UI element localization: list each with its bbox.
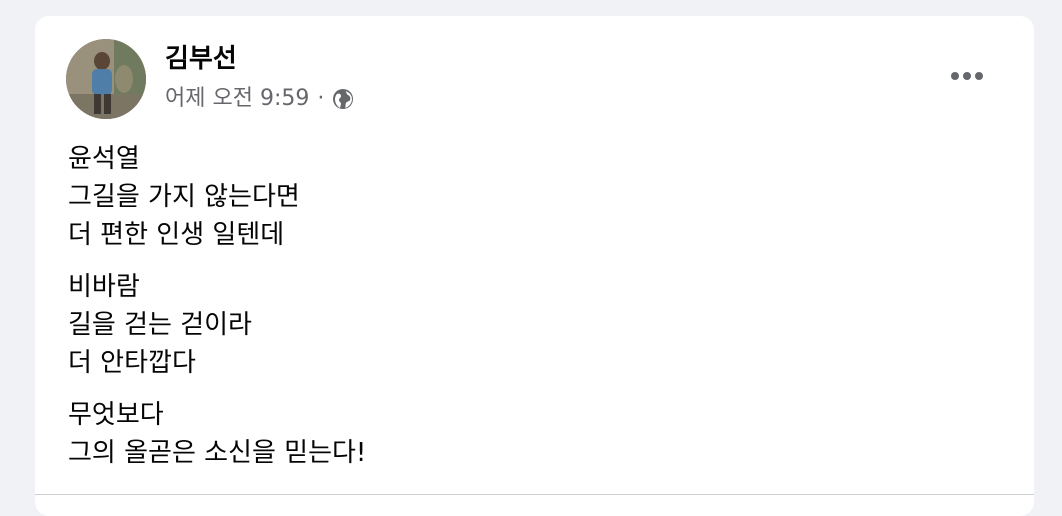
post-body: 윤석열 그길을 가지 않는다면 더 편한 인생 일텐데 비바람 길을 걷는 걷이… xyxy=(68,140,366,486)
post-paragraph: 무엇보다 그의 올곧은 소신을 믿는다! xyxy=(68,396,366,472)
post-paragraph: 윤석열 그길을 가지 않는다면 더 편한 인생 일텐데 xyxy=(68,140,366,254)
avatar-photo xyxy=(66,39,146,119)
post-line: 더 안타깝다 xyxy=(68,348,196,378)
post-line: 그길을 가지 않는다면 xyxy=(68,182,300,212)
post-timestamp[interactable]: 어제 오전 9:59 xyxy=(165,84,309,114)
globe-icon[interactable] xyxy=(332,88,354,110)
post-line: 비바람 xyxy=(68,272,140,302)
meta-separator: · xyxy=(317,86,325,111)
more-options-button[interactable] xyxy=(945,58,989,94)
author-avatar[interactable] xyxy=(66,39,146,119)
post-line: 더 편한 인생 일텐데 xyxy=(68,220,285,250)
post-line: 길을 걷는 걷이라 xyxy=(68,310,252,340)
post-meta: 어제 오전 9:59 · xyxy=(165,84,354,114)
post-line: 윤석열 xyxy=(68,144,140,174)
post-card: 김부선 어제 오전 9:59 · 윤석열 그길을 가지 않는다면 더 편한 인생… xyxy=(35,16,1034,516)
reactions-divider xyxy=(35,494,1034,495)
more-horizontal-icon xyxy=(951,72,983,80)
post-line: 그의 올곧은 소신을 믿는다! xyxy=(68,438,367,468)
post-paragraph: 비바람 길을 걷는 걷이라 더 안타깝다 xyxy=(68,268,366,382)
author-name[interactable]: 김부선 xyxy=(165,42,237,76)
post-line: 무엇보다 xyxy=(68,400,164,430)
